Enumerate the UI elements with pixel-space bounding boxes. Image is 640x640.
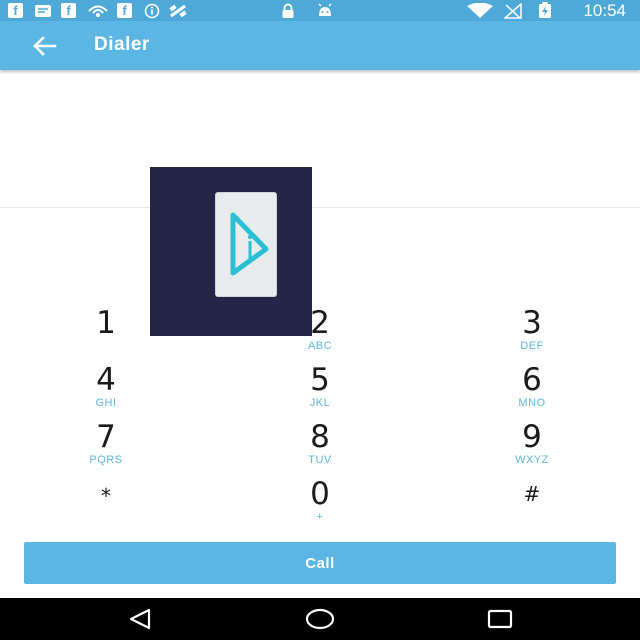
navigation-bar <box>0 598 640 640</box>
info-icon <box>144 3 160 18</box>
no-signal-icon <box>504 2 522 19</box>
key-letters: DEF <box>520 340 544 352</box>
key-4[interactable]: 4 GHI <box>46 364 166 416</box>
key-digit: 7 <box>96 419 116 455</box>
back-button[interactable] <box>28 31 60 61</box>
recents-square-icon <box>487 609 513 629</box>
arrow-left-icon <box>33 36 57 56</box>
key-letters: ABC <box>307 340 333 352</box>
key-digit: 6 <box>522 362 542 398</box>
key-letters: WXYZ <box>515 454 549 466</box>
key-star[interactable]: * <box>46 480 166 532</box>
key-digit: 3 <box>522 305 542 341</box>
wifi-icon <box>466 3 494 18</box>
key-2[interactable]: 2 ABC <box>260 307 380 359</box>
key-5[interactable]: 5 JKL <box>260 364 380 416</box>
key-letters: PQRS <box>89 454 123 466</box>
key-letters: GHI <box>95 397 117 409</box>
key-8[interactable]: 8 TUV <box>260 421 380 473</box>
facebook-icon: f <box>8 3 23 18</box>
key-6[interactable]: 6 MNO <box>472 364 592 416</box>
key-letters: MNO <box>518 397 546 409</box>
facebook-icon: f <box>61 3 76 18</box>
wifi-alt-icon <box>87 3 109 18</box>
satellite-icon <box>168 3 188 18</box>
app-bar: Dialer <box>0 21 640 70</box>
key-digit: 0 <box>310 476 330 512</box>
key-letters: + <box>316 511 324 523</box>
key-1[interactable]: 1 <box>46 307 166 359</box>
key-digit: * <box>101 484 111 508</box>
key-digit: # <box>523 482 541 506</box>
status-bar: f f f 10:54 <box>0 0 640 21</box>
message-icon <box>34 3 52 18</box>
key-letters: JKL <box>309 397 331 409</box>
key-digit: 5 <box>310 362 330 398</box>
page-title: Dialer <box>94 34 150 55</box>
number-display[interactable] <box>0 70 640 208</box>
key-3[interactable]: 3 DEF <box>472 307 592 359</box>
nav-home-button[interactable] <box>300 606 340 632</box>
key-digit: 1 <box>96 305 116 341</box>
key-0[interactable]: 0 + <box>260 478 380 530</box>
call-button[interactable]: Call <box>24 542 616 584</box>
facebook-icon: f <box>117 3 132 18</box>
key-hash[interactable]: # <box>472 478 592 530</box>
nav-back-button[interactable] <box>120 606 160 632</box>
key-digit: 2 <box>310 305 330 341</box>
key-digit: 4 <box>96 362 116 398</box>
key-digit: 9 <box>522 419 542 455</box>
key-digit: 8 <box>310 419 330 455</box>
back-triangle-icon <box>129 608 151 630</box>
app-logo-card <box>216 193 276 296</box>
home-circle-icon <box>305 608 335 630</box>
android-icon <box>316 3 334 18</box>
battery-charging-icon <box>538 2 552 18</box>
key-letters: TUV <box>308 454 332 466</box>
status-time: 10:54 <box>583 1 626 20</box>
play-triangle-icon <box>230 212 269 276</box>
key-7[interactable]: 7 PQRS <box>46 421 166 473</box>
nav-recents-button[interactable] <box>480 606 520 632</box>
lock-icon <box>281 3 295 18</box>
key-9[interactable]: 9 WXYZ <box>472 421 592 473</box>
